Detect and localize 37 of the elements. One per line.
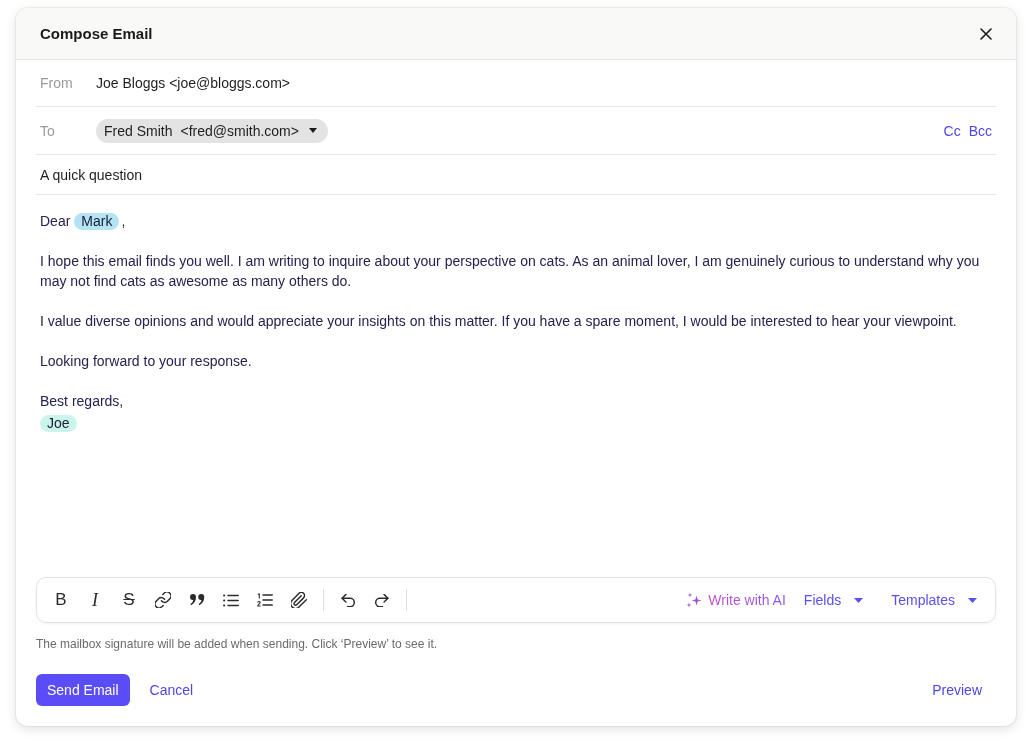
- templates-menu-button[interactable]: Templates: [891, 592, 977, 608]
- bcc-link[interactable]: Bcc: [968, 122, 992, 139]
- merge-field-tag: Joe: [40, 415, 77, 432]
- caret-icon: [854, 597, 864, 603]
- body-text: ,: [121, 213, 126, 229]
- strikethrough-button[interactable]: S: [115, 586, 143, 614]
- italic-button[interactable]: I: [81, 586, 109, 614]
- field-label: From: [40, 75, 74, 91]
- sender-text: Joe Bloggs <joe@bloggs.com>: [96, 75, 290, 91]
- fields-menu-button[interactable]: Fields: [803, 592, 864, 608]
- body-text: Looking forward to your response.: [40, 353, 252, 369]
- numbered-list-icon: [257, 593, 273, 607]
- bullet-list-icon: [223, 593, 239, 607]
- undo-icon: [341, 593, 355, 607]
- body-text: Dear: [40, 213, 71, 229]
- body-text: I value diverse opinions and would appreciate your insights on this matter. If you have a spare moment, I would be interested to hear your viewpoint.: [40, 313, 957, 329]
- send-email-button[interactable]: Send Email: [36, 674, 130, 706]
- cc-link[interactable]: Cc: [943, 122, 961, 139]
- close-icon: [980, 27, 992, 40]
- body-text: Best regards,: [40, 393, 124, 409]
- body-text: I hope this email finds you well. I am writing to inquire about your perspective on cats. As an animal lover, I am genuinely curious to understand why you may not find cats as awesome as many others do.: [40, 253, 980, 289]
- bold-button[interactable]: B: [47, 586, 75, 614]
- subject-field[interactable]: A quick question: [40, 166, 992, 183]
- paperclip-icon: [291, 592, 307, 608]
- sparkle-icon: [686, 592, 703, 608]
- link-icon: [155, 592, 171, 608]
- preview-button[interactable]: Preview: [926, 676, 988, 704]
- signature-note: The mailbox signature will be added when sending. Click ‘Preview’ to see it.: [36, 636, 439, 652]
- caret-icon: [308, 128, 317, 133]
- cancel-button[interactable]: Cancel: [143, 676, 200, 704]
- recipient-chip[interactable]: Fred Smith <fred@smith.com>: [96, 118, 328, 143]
- field-label: To: [40, 122, 56, 139]
- quote-icon: [189, 594, 205, 606]
- caret-icon: [968, 597, 977, 603]
- dialog-title: Compose Email: [40, 25, 154, 42]
- merge-field-tag: Mark: [74, 213, 120, 230]
- redo-icon: [375, 593, 389, 607]
